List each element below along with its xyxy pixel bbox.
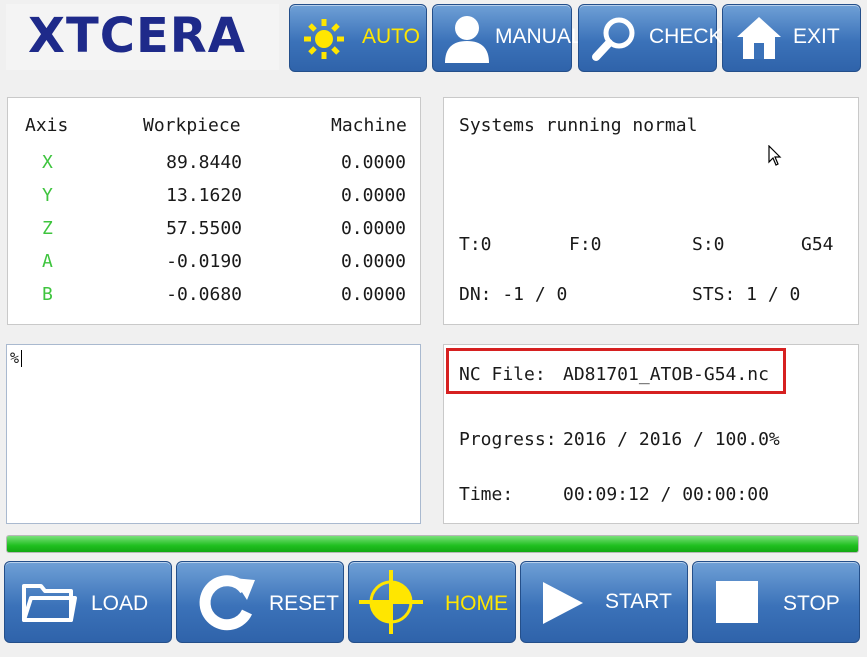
status-panel: Systems running normal T:0 F:0 S:0 G54 D… xyxy=(443,97,859,325)
axis-label: X xyxy=(42,152,53,173)
logo-area: XTCERA xyxy=(6,4,279,70)
axis-label: Z xyxy=(42,218,53,239)
dn-value: DN: -1 / 0 xyxy=(459,284,568,305)
progress-label: Progress: xyxy=(459,429,557,450)
axis-label: Y xyxy=(42,185,53,206)
editor-content[interactable]: % xyxy=(10,349,19,367)
play-icon xyxy=(543,582,583,624)
feed-value: F:0 xyxy=(569,234,602,255)
machine-value: 0.0000 xyxy=(340,251,406,272)
start-label: START xyxy=(605,590,672,613)
manual-label: MANUAL xyxy=(495,25,583,48)
auto-button[interactable]: AUTO xyxy=(289,4,427,72)
manual-button[interactable]: MANUAL xyxy=(432,4,583,72)
machine-value: 0.0000 xyxy=(340,284,406,305)
time-label: Time: xyxy=(459,484,514,505)
check-label: CHECK xyxy=(649,25,723,48)
load-button[interactable]: LOAD xyxy=(4,561,172,643)
sun-icon xyxy=(304,19,344,59)
brand-logo: XTCERA xyxy=(28,8,246,64)
stop-label: STOP xyxy=(783,592,840,615)
workpiece-header: Workpiece xyxy=(143,115,241,136)
nc-file-highlight xyxy=(446,348,786,394)
program-progress-bar xyxy=(6,535,859,553)
stop-icon xyxy=(716,581,758,623)
sts-value: STS: 1 / 0 xyxy=(692,284,801,305)
machine-header: Machine xyxy=(331,115,407,136)
time-value: 00:09:12 / 00:00:00 xyxy=(563,484,769,505)
tool-value: T:0 xyxy=(459,234,492,255)
load-label: LOAD xyxy=(91,592,149,615)
workpiece-value: -0.0680 xyxy=(166,284,242,305)
home-icon xyxy=(737,17,781,59)
axis-label: B xyxy=(42,284,53,305)
workpiece-value: 89.8440 xyxy=(166,152,242,173)
reset-button[interactable]: RESET xyxy=(176,561,344,643)
machine-value: 0.0000 xyxy=(340,218,406,239)
nc-code-editor[interactable]: % xyxy=(6,344,421,524)
axis-header: Axis xyxy=(25,115,69,136)
progress-fill xyxy=(7,536,858,552)
workpiece-value: 57.5500 xyxy=(166,218,242,239)
reset-label: RESET xyxy=(269,592,340,615)
exit-label: EXIT xyxy=(793,25,840,48)
spindle-value: S:0 xyxy=(692,234,725,255)
text-caret xyxy=(21,350,22,367)
exit-button[interactable]: EXIT xyxy=(722,4,861,72)
coordinate-system: G54 xyxy=(801,234,834,255)
axis-position-panel: Axis Workpiece Machine X 89.8440 0.0000 … xyxy=(7,97,421,325)
refresh-icon xyxy=(199,575,255,631)
home-button[interactable]: HOME xyxy=(348,561,516,643)
workpiece-value: -0.0190 xyxy=(166,251,242,272)
check-button[interactable]: CHECK xyxy=(578,4,723,72)
machine-value: 0.0000 xyxy=(340,185,406,206)
progress-value: 2016 / 2016 / 100.0% xyxy=(563,429,780,450)
auto-label: AUTO xyxy=(362,25,420,48)
start-button[interactable]: START xyxy=(520,561,688,643)
magnifier-icon xyxy=(592,17,635,61)
mouse-cursor-icon xyxy=(768,145,782,166)
workpiece-value: 13.1620 xyxy=(166,185,242,206)
folder-icon xyxy=(22,584,77,622)
user-icon xyxy=(445,16,489,63)
stop-button[interactable]: STOP xyxy=(692,561,860,643)
machine-value: 0.0000 xyxy=(340,152,406,173)
crosshair-icon xyxy=(359,570,423,634)
axis-label: A xyxy=(42,251,53,272)
home-label: HOME xyxy=(445,592,508,615)
status-message: Systems running normal xyxy=(459,115,698,136)
